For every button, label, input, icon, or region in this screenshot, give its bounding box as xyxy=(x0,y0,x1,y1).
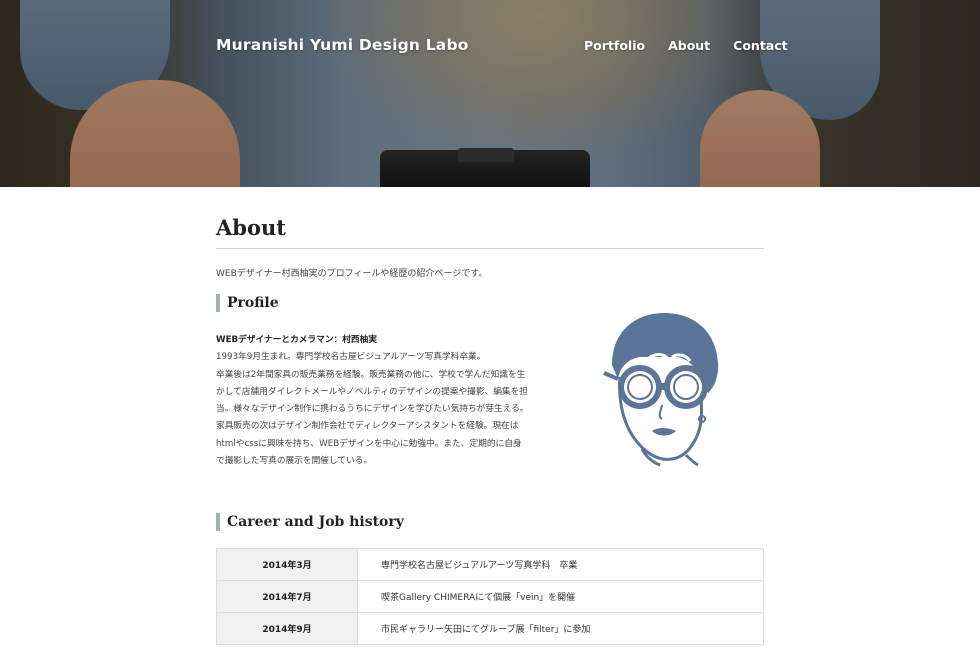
profile-line: で撮影した写真の展示を開催している。 xyxy=(216,456,373,467)
portrait-illustration xyxy=(603,313,719,467)
career-heading: Career and Job history xyxy=(216,513,404,531)
career-table: 2014年3月 専門学校名古屋ビジュアルアーツ写真学科 卒業 2014年7月 喫… xyxy=(216,548,764,645)
career-date: 2014年3月 xyxy=(216,548,358,581)
profile-text: WEBデザイナーとカメラマン：村西柚実 1993年9月生まれ。専門学校名古屋ビジ… xyxy=(216,332,536,470)
profile-line: かして店舗用ダイレクトメールやノベルティのデザインの提案や撮影、編集を担 xyxy=(216,386,528,397)
table-row: 2014年9月 市民ギャラリー矢田にてグループ展「filter」に参加 xyxy=(216,612,764,645)
profile-line: 家具販売の次はデザイン制作会社でディレクターアシスタントを経験。現在は xyxy=(216,421,519,432)
profile-line: 卒業後は2年間家具の販売業務を経験。販売業務の他に、学校で学んだ知識を生 xyxy=(216,369,526,380)
nav-about[interactable]: About xyxy=(668,38,710,53)
career-date: 2014年9月 xyxy=(216,612,358,645)
nav-contact[interactable]: Contact xyxy=(733,38,787,53)
page-intro: WEBデザイナー村西柚実のプロフィールや経歴の紹介ページです。 xyxy=(216,269,488,279)
title-divider xyxy=(216,248,764,249)
table-row: 2014年7月 喫茶Gallery CHIMERAにて個展「vein」を開催 xyxy=(216,580,764,613)
career-desc: 専門学校名古屋ビジュアルアーツ写真学科 卒業 xyxy=(357,548,764,581)
main-nav: Portfolio About Contact xyxy=(584,38,788,53)
career-desc: 喫茶Gallery CHIMERAにて個展「vein」を開催 xyxy=(357,580,764,613)
career-date: 2014年7月 xyxy=(216,580,358,613)
profile-line: 当。様々なデザイン制作に携わるうちにデザインを学びたい気持ちが芽生える。 xyxy=(216,404,529,415)
site-brand[interactable]: Muranishi Yumi Design Labo xyxy=(216,36,469,54)
profile-line: htmlやcssに興味を持ち、WEBデザインを中心に勉強中。また、定期的に自身 xyxy=(216,438,522,449)
profile-line: 1993年9月生まれ。専門学校名古屋ビジュアルアーツ写真学科卒業。 xyxy=(216,352,486,363)
profile-heading: Profile xyxy=(216,294,279,312)
hero-photo xyxy=(0,0,980,187)
table-row: 2014年3月 専門学校名古屋ビジュアルアーツ写真学科 卒業 xyxy=(216,548,764,581)
profile-lead: WEBデザイナーとカメラマン：村西柚実 xyxy=(216,335,377,345)
career-desc: 市民ギャラリー矢田にてグループ展「filter」に参加 xyxy=(357,612,764,645)
nav-portfolio[interactable]: Portfolio xyxy=(584,38,645,53)
page-title: About xyxy=(216,215,286,240)
